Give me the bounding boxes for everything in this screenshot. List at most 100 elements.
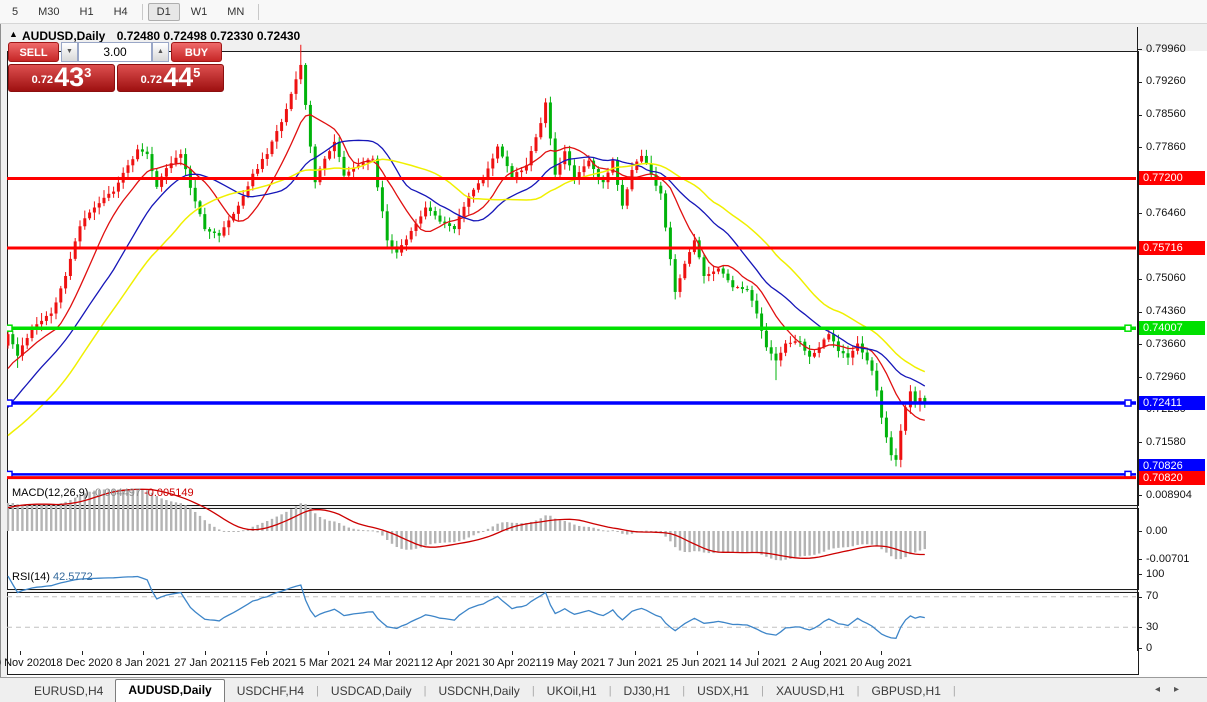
macd-tick-label: 0.00	[1146, 524, 1168, 537]
price-chart-pane[interactable]	[7, 51, 1139, 506]
chart-tab-usdcad[interactable]: USDCAD,Daily	[319, 681, 424, 702]
price-tick-label: 0.76460	[1146, 206, 1186, 219]
macd-tick-label: -0.00701	[1146, 552, 1190, 565]
volume-input[interactable]	[78, 42, 152, 62]
timeframe-button-mn[interactable]: MN	[218, 3, 253, 21]
chart-symbol-period: AUDUSD,Daily	[22, 29, 106, 43]
chart-tab-audusd[interactable]: AUDUSD,Daily	[115, 679, 225, 702]
chart-tab-eurusd[interactable]: EURUSD,H4	[22, 681, 115, 702]
price-tick-mark	[1138, 311, 1142, 313]
macd-label: MACD(12,26,9) -0.004497 -0.005149	[12, 487, 194, 499]
price-tick-label: 0.73660	[1146, 337, 1186, 350]
rsi-label: RSI(14) 42.5772	[12, 571, 93, 583]
price-tick-mark	[1138, 344, 1142, 346]
buy-price-box[interactable]: 0.72 44 5	[117, 64, 224, 92]
macd-tick-mark	[1138, 531, 1142, 532]
tab-scroll-arrows: ◂▸	[1155, 684, 1193, 695]
macd-signal-value: -0.005149	[144, 487, 194, 499]
window-collapse-icon[interactable]: ▲	[9, 29, 18, 39]
macd-name: MACD(12,26,9)	[12, 487, 89, 499]
buy-price-prefix: 0.72	[140, 74, 163, 86]
price-tick-mark	[1138, 49, 1142, 50]
chart-tab-usdchf[interactable]: USDCHF,H4	[225, 681, 316, 702]
price-tick-label: 0.79960	[1146, 42, 1186, 55]
date-label: 7 Jun 2021	[607, 657, 663, 669]
price-tick-label: 0.74360	[1146, 305, 1186, 318]
rsi-tick-label: 30	[1146, 620, 1159, 633]
sell-price-main: 43	[54, 62, 85, 92]
date-label: 5 Mar 2021	[299, 657, 356, 669]
date-tick-mark	[573, 651, 575, 655]
rsi-tick-label: 0	[1146, 641, 1153, 654]
price-tick-mark	[1138, 114, 1142, 116]
rsi-tick-label: 100	[1146, 567, 1165, 580]
tab-scroll-left-icon[interactable]: ◂	[1155, 684, 1174, 695]
buy-button[interactable]: BUY	[171, 42, 222, 62]
price-tick-label: 0.75060	[1146, 272, 1186, 285]
price-tick-label: 0.71580	[1146, 435, 1186, 448]
price-tick-label: 0.72960	[1146, 370, 1186, 383]
timeframe-button-m30[interactable]: M30	[29, 3, 68, 21]
price-tick-mark	[1138, 81, 1142, 83]
sell-button[interactable]: SELL	[8, 42, 59, 62]
date-tick-mark	[450, 651, 452, 655]
date-label: 20 Aug 2021	[850, 657, 912, 669]
sell-price-pip: 3	[84, 65, 92, 80]
sell-price-box[interactable]: 0.72 43 3	[8, 64, 115, 92]
rsi-tick-mark	[1138, 627, 1142, 629]
macd-main-value: -0.004497	[91, 487, 142, 499]
date-label: 19 May 2021	[541, 657, 606, 669]
rsi-tick-mark	[1138, 648, 1142, 650]
date-tick-mark	[881, 651, 882, 655]
date-label: 24 Mar 2021	[358, 657, 420, 669]
chart-ohlc-values: 0.72480 0.72498 0.72330 0.72430	[116, 29, 301, 43]
date-label: 18 Dec 2020	[50, 657, 113, 669]
macd-pane[interactable]	[7, 508, 1139, 590]
chart-tab-xauusd[interactable]: XAUUSD,H1	[764, 681, 857, 702]
price-tick-label: 0.77860	[1146, 140, 1186, 153]
date-tick-mark	[20, 651, 21, 655]
price-badge-0.70820: 0.70820	[1139, 470, 1205, 485]
chart-tab-usdx[interactable]: USDX,H1	[685, 681, 761, 702]
timeframe-button-h4[interactable]: H4	[105, 3, 137, 21]
chart-tab-usdcnh[interactable]: USDCNH,Daily	[426, 681, 531, 702]
chart-tab-ukoil[interactable]: UKOil,H1	[535, 681, 609, 702]
volume-decrease-button[interactable]: ▼	[61, 42, 78, 62]
timeframe-button-d1[interactable]: D1	[147, 2, 180, 21]
date-tick-mark	[512, 651, 513, 655]
date-label: 25 Jun 2021	[666, 657, 727, 669]
chart-window-frame	[0, 24, 1207, 700]
timeframe-button-h1[interactable]: H1	[71, 3, 103, 21]
date-label: 30 Nov 2020	[0, 657, 52, 669]
sell-price-prefix: 0.72	[31, 74, 54, 86]
date-label: 8 Jan 2021	[115, 657, 171, 669]
macd-tick-mark	[1138, 495, 1142, 496]
timeframe-button-5[interactable]: 5	[3, 3, 27, 21]
date-tick-mark	[266, 651, 267, 655]
price-tick-label: 0.79260	[1146, 75, 1186, 88]
date-label: 30 Apr 2021	[482, 657, 542, 669]
chart-tab-bar: EURUSD,H4 AUDUSD,Daily USDCHF,H4 | USDCAD,Da…	[0, 677, 1207, 702]
buy-price-main: 44	[163, 62, 194, 92]
buy-price-pip: 5	[193, 65, 201, 80]
price-tick-label: 0.78560	[1146, 108, 1186, 121]
chart-tab-gbpusd[interactable]: GBPUSD,H1	[860, 681, 953, 702]
date-tick-mark	[635, 651, 636, 655]
chart-tab-dj30[interactable]: DJ30,H1	[612, 681, 683, 702]
volume-increase-button[interactable]: ▲	[152, 42, 169, 62]
timeframe-button-w1[interactable]: W1	[182, 3, 217, 21]
tab-scroll-right-icon[interactable]: ▸	[1174, 684, 1193, 695]
one-click-trade-panel: SELL ▼ ▲ BUY 0.72 43 3 0.72 44 5	[8, 42, 224, 92]
rsi-name: RSI(14)	[12, 571, 50, 583]
price-badge-0.75716: 0.75716	[1139, 241, 1205, 256]
rsi-tick-mark	[1138, 596, 1142, 598]
price-tick-mark	[1138, 377, 1142, 379]
date-label: 12 Apr 2021	[420, 657, 481, 669]
price-tick-mark	[1138, 442, 1142, 444]
date-label: 15 Feb 2021	[235, 657, 297, 669]
date-tick-mark	[81, 651, 83, 655]
chart-title: AUDUSD,Daily 0.72480 0.72498 0.72330 0.7…	[22, 29, 300, 43]
date-label: 27 Jan 2021	[174, 657, 235, 669]
price-tick-mark	[1138, 213, 1142, 215]
date-tick-mark	[819, 651, 821, 655]
